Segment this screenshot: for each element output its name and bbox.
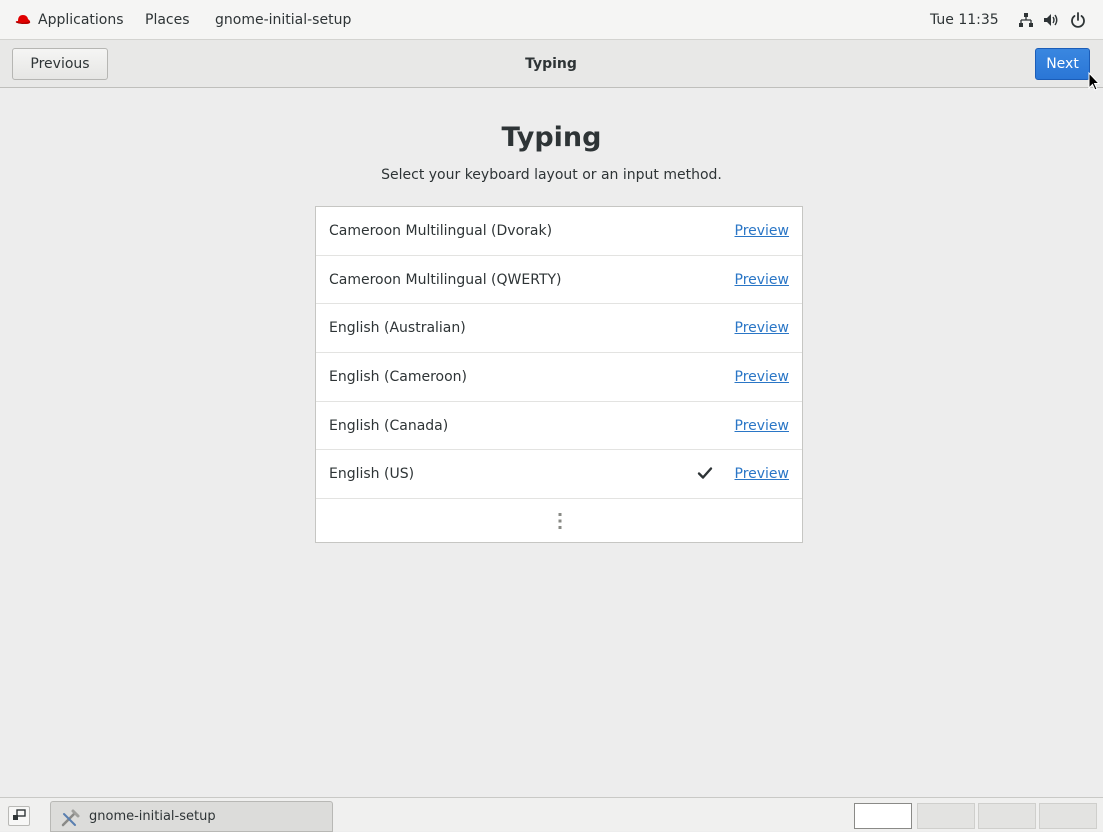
layout-row[interactable]: English (Australian) Preview [316,304,802,354]
layout-row[interactable]: English (Canada) Preview [316,402,802,451]
previous-button[interactable]: Previous [12,48,108,80]
header-title: Typing [525,56,577,72]
layout-label: English (Australian) [329,320,466,337]
layout-row[interactable]: Cameroon Multilingual (QWERTY) Preview [316,256,802,305]
preview-link[interactable]: Preview [735,304,790,352]
network-icon[interactable] [1018,12,1034,28]
power-icon[interactable] [1070,12,1086,28]
preview-link[interactable]: Preview [735,402,790,450]
workspace-1[interactable] [854,803,912,829]
vertical-ellipsis-icon [558,513,562,530]
volume-icon[interactable] [1043,12,1059,28]
applications-menu[interactable]: Applications [38,0,124,40]
header-bar: Previous Typing Next [0,40,1103,88]
bottom-panel: gnome-initial-setup [0,797,1103,832]
workspace-4[interactable] [1039,803,1097,829]
layout-row[interactable]: Cameroon Multilingual (Dvorak) Preview [316,207,802,256]
workspace-3[interactable] [978,803,1036,829]
taskbar-window-label: gnome-initial-setup [89,809,216,824]
clock[interactable]: Tue 11:35 [930,0,999,40]
page-title: Typing [501,122,602,153]
top-panel: Applications Places gnome-initial-setup … [0,0,1103,40]
show-desktop-icon [13,809,26,820]
layout-row-selected[interactable]: English (US) Preview [316,450,802,500]
mouse-pointer-icon [1088,72,1100,91]
preview-link[interactable]: Preview [735,353,790,401]
taskbar-window-button[interactable]: gnome-initial-setup [50,801,333,832]
places-menu[interactable]: Places [145,0,190,40]
workspace-2[interactable] [917,803,975,829]
show-desktop-button[interactable] [8,806,30,826]
layout-row[interactable]: English (Cameroon) Preview [316,353,802,402]
checkmark-icon [697,467,713,480]
preview-link[interactable]: Preview [735,256,790,304]
show-more-row[interactable] [316,499,802,542]
page-subtitle: Select your keyboard layout or an input … [381,167,722,183]
redhat-logo-icon[interactable] [14,12,32,28]
preview-link[interactable]: Preview [735,207,790,255]
setup-tool-icon [61,809,80,827]
app-menu[interactable]: gnome-initial-setup [215,0,351,40]
layout-label: English (US) [329,466,415,483]
next-button[interactable]: Next [1035,48,1090,80]
keyboard-layout-list: Cameroon Multilingual (Dvorak) Preview C… [315,206,803,543]
preview-link[interactable]: Preview [735,450,790,498]
layout-label: English (Cameroon) [329,369,467,386]
layout-label: English (Canada) [329,417,449,434]
layout-label: Cameroon Multilingual (QWERTY) [329,271,562,288]
layout-label: Cameroon Multilingual (Dvorak) [329,223,553,239]
